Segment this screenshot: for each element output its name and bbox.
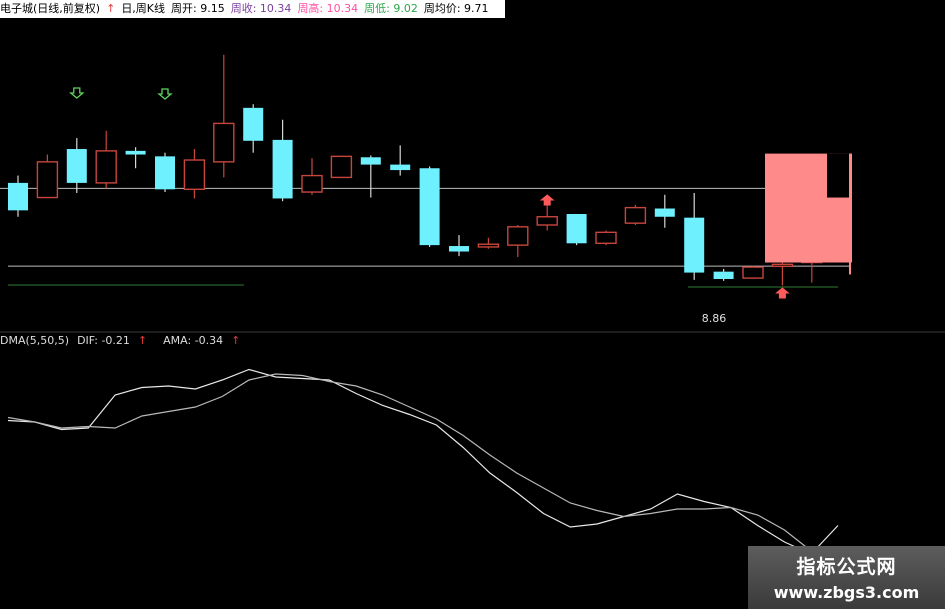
candle-body xyxy=(66,149,87,183)
candle-body xyxy=(595,231,617,244)
candle-body xyxy=(155,156,175,190)
candle-body xyxy=(742,266,764,279)
candle-body xyxy=(301,174,323,193)
candle-body xyxy=(390,164,411,171)
chart-header: 电子城(日线,前复权) ↑ 日,周K线 周开: 9.15 周收: 10.34 周高: 10… xyxy=(0,0,505,18)
up-arrow-icon xyxy=(775,287,790,299)
weekly-close: 周收: 10.34 xyxy=(230,2,292,15)
price-and-indicator-chart: 8.86 xyxy=(0,54,945,555)
ama-line xyxy=(7,373,838,552)
weekly-high: 周高: 10.34 xyxy=(297,2,359,15)
candle-body xyxy=(713,271,734,279)
candle-body xyxy=(566,214,587,244)
weekly-low: 周低: 9.02 xyxy=(364,2,418,15)
indicator-header: DMA(5,50,5) DIF: -0.21 ↑ AMA: -0.34 ↑ xyxy=(0,333,256,349)
candle-body xyxy=(449,246,469,252)
candle-body xyxy=(684,217,705,273)
candle-body xyxy=(183,159,206,191)
candle-body xyxy=(360,157,381,165)
period-arrow-icon: ↑ xyxy=(106,2,116,15)
candle-body xyxy=(419,168,440,246)
down-arrow-icon xyxy=(69,87,85,99)
candle-body xyxy=(536,216,558,226)
down-arrow-icon xyxy=(157,88,173,100)
candle-body xyxy=(125,150,146,155)
ama-value: AMA: -0.34 ↑ xyxy=(163,334,241,347)
candle-body xyxy=(654,208,675,217)
watermark-badge: 指标公式网 www.zbgs3.com xyxy=(748,546,945,609)
stock-title: 电子城(日线,前复权) xyxy=(0,2,101,15)
ama-arrow-icon: ↑ xyxy=(231,334,241,347)
candle-body xyxy=(272,139,293,199)
candle-body xyxy=(243,107,264,141)
candle-body xyxy=(95,150,117,184)
candle-body xyxy=(36,161,59,199)
candle-body xyxy=(624,206,647,224)
weekly-avg: 周均价: 9.71 xyxy=(423,2,489,15)
dif-arrow-icon: ↑ xyxy=(137,334,148,347)
watermark-title: 指标公式网 xyxy=(796,556,897,578)
candle-body xyxy=(8,182,28,211)
weekly-candle-gap xyxy=(827,153,849,198)
period-label: 日,周K线 xyxy=(121,2,166,15)
dif-line xyxy=(7,368,839,555)
candle-body xyxy=(771,263,794,268)
indicator-name: DMA(5,50,5) xyxy=(0,334,70,347)
low-price-label: 8.86 xyxy=(702,312,727,325)
watermark-url: www.zbgs3.com xyxy=(773,583,920,602)
candle-body xyxy=(507,226,529,246)
up-arrow-icon xyxy=(539,194,555,206)
dif-value: DIF: -0.21 ↑ xyxy=(77,334,148,347)
candle-body xyxy=(330,155,353,179)
candle-body xyxy=(213,122,235,163)
weekly-open: 周开: 9.15 xyxy=(171,2,225,15)
candle-body xyxy=(477,243,500,248)
